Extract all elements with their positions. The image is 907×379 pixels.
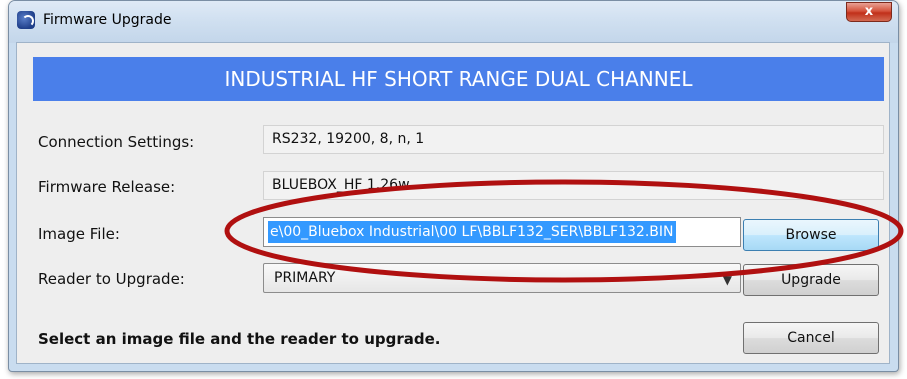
window-title: Firmware Upgrade bbox=[43, 12, 172, 28]
upgrade-button[interactable]: Upgrade bbox=[743, 264, 879, 296]
image-file-input[interactable]: e\00_Bluebox Industrial\00 LF\BBLF132_SE… bbox=[263, 217, 741, 247]
cancel-button[interactable]: Cancel bbox=[743, 322, 879, 354]
browse-button[interactable]: Browse bbox=[743, 219, 879, 251]
app-icon bbox=[17, 11, 35, 29]
image-file-label: Image File: bbox=[38, 225, 120, 243]
close-button[interactable]: x bbox=[846, 2, 892, 22]
reader-to-upgrade-label: Reader to Upgrade: bbox=[38, 270, 185, 288]
reader-select-value: PRIMARY bbox=[274, 270, 336, 286]
image-file-path-selection: e\00_Bluebox Industrial\00 LF\BBLF132_SE… bbox=[268, 221, 676, 243]
title-bar[interactable]: Firmware Upgrade x bbox=[9, 1, 898, 43]
connection-settings-field: RS232, 19200, 8, n, 1 bbox=[263, 125, 884, 154]
device-banner: INDUSTRIAL HF SHORT RANGE DUAL CHANNEL bbox=[33, 57, 884, 101]
status-message: Select an image file and the reader to u… bbox=[38, 330, 441, 348]
reader-select[interactable]: PRIMARY ▼ bbox=[263, 263, 741, 293]
firmware-release-field: BLUEBOX_HF 1.26w bbox=[263, 171, 884, 200]
connection-settings-label: Connection Settings: bbox=[38, 133, 195, 151]
firmware-release-label: Firmware Release: bbox=[38, 178, 176, 196]
chevron-down-icon[interactable]: ▼ bbox=[723, 266, 732, 294]
